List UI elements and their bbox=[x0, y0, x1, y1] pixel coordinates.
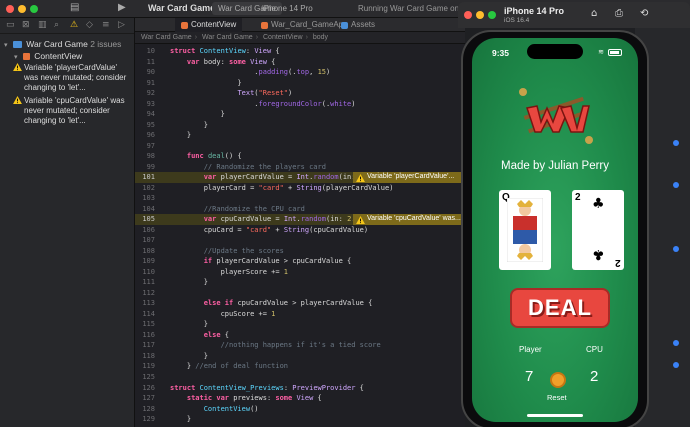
queen-figure bbox=[507, 198, 543, 262]
tab-contentview[interactable]: ContentView bbox=[175, 18, 243, 32]
code-area-tail[interactable]: 125 126 struct ContentView_Previews: Prev… bbox=[135, 372, 465, 427]
issue-item[interactable]: Variable 'cpuCardValue' was never mutate… bbox=[13, 96, 132, 126]
issue-text: Variable 'playerCardValue' was never mut… bbox=[24, 63, 127, 92]
credit-text: Made by Julian Perry bbox=[500, 160, 610, 172]
jumpbar-item[interactable]: ContentView bbox=[263, 34, 303, 41]
screenshot-icon[interactable]: ⎙ bbox=[615, 8, 623, 19]
simulator-os-version: iOS 16.4 bbox=[504, 17, 530, 24]
run-icon[interactable]: ▶ bbox=[118, 2, 126, 13]
destination-selector[interactable]: iPhone 14 Pro bbox=[262, 2, 313, 15]
deal-button[interactable]: DEAL bbox=[510, 288, 610, 328]
code-area[interactable]: 10 struct ContentView: View { 11 var body… bbox=[135, 44, 465, 427]
warning-icon bbox=[13, 63, 22, 71]
jumpbar-item[interactable]: War Card Game bbox=[141, 34, 192, 41]
simulator-toolbar: iPhone 14 Pro iOS 16.4 ⌂ ⎙ ⟲ bbox=[458, 2, 690, 28]
home-icon[interactable]: ⌂ bbox=[591, 8, 597, 19]
battery-icon bbox=[608, 49, 622, 56]
warning-icon bbox=[356, 173, 365, 182]
close-window-button[interactable] bbox=[464, 11, 472, 19]
swift-file-icon bbox=[22, 53, 30, 60]
club-icon: ♣ bbox=[592, 246, 605, 262]
code-editor: ContentView War_Card_GameApp Assets War … bbox=[135, 18, 465, 427]
test-icon[interactable]: ◇ bbox=[86, 20, 93, 30]
inspector-radio[interactable] bbox=[673, 340, 679, 346]
project-title: War Card Game bbox=[148, 3, 216, 13]
wifi-icon: ≋ bbox=[598, 48, 604, 56]
issue-item[interactable]: Variable 'playerCardValue' was never mut… bbox=[13, 63, 132, 93]
cpu-card: 2 ♣ ♣ 2 bbox=[572, 190, 624, 270]
warning-line[interactable]: 105 var cpuCardValue = Int.random(in: 2.… bbox=[135, 214, 465, 225]
nav-file-label: ContentView bbox=[34, 51, 83, 61]
status-time: 9:35 bbox=[492, 48, 510, 58]
issue-navigator-icon[interactable]: ⚠ bbox=[70, 20, 78, 30]
rotate-icon[interactable]: ⟲ bbox=[640, 8, 648, 19]
warning-icon bbox=[356, 215, 365, 224]
minimize-window-button[interactable] bbox=[18, 5, 26, 13]
warning-text: Variable 'playerCardValue'... bbox=[367, 173, 455, 180]
zoom-window-button[interactable] bbox=[488, 11, 496, 19]
cpu-label: CPU bbox=[586, 345, 603, 354]
debug-icon[interactable]: ≡ bbox=[102, 20, 110, 30]
cpu-score: 2 bbox=[590, 368, 599, 385]
warning-text: Variable 'cpuCardValue' was... bbox=[367, 215, 461, 222]
jump-bar[interactable]: War Card Game › War Card Game › ContentVie… bbox=[135, 32, 465, 44]
reset-icon[interactable] bbox=[550, 372, 566, 388]
tab-assets[interactable]: Assets bbox=[335, 18, 381, 32]
issue-navigator: ▭ ⊠ ▥ ⌕ ⚠ ◇ ≡ ▷ ▾ War Card Game 2 issues… bbox=[0, 18, 135, 427]
inline-warning-badge[interactable]: Variable 'playerCardValue'... bbox=[353, 172, 465, 183]
card-rank: 2 bbox=[615, 257, 621, 268]
tab-label: ContentView bbox=[191, 20, 237, 29]
sidebar-toggle-icon[interactable]: ▤ bbox=[70, 2, 79, 13]
breakpoint-icon[interactable]: ▷ bbox=[118, 20, 125, 30]
zoom-window-button[interactable] bbox=[30, 5, 38, 13]
player-card: Q bbox=[499, 190, 551, 270]
tab-label: Assets bbox=[351, 20, 376, 29]
editor-tabs: ContentView War_Card_GameApp Assets bbox=[135, 18, 465, 32]
card-rank: 2 bbox=[575, 192, 581, 203]
chevron-down-icon[interactable]: ▾ bbox=[4, 41, 8, 49]
nav-issue-count: 2 issues bbox=[90, 39, 122, 49]
inspector-radio[interactable] bbox=[673, 140, 679, 146]
issue-text: Variable 'cpuCardValue' was never mutate… bbox=[24, 96, 125, 125]
nav-project-label: War Card Game bbox=[26, 39, 88, 49]
dynamic-island bbox=[527, 44, 583, 59]
warning-line[interactable]: 101 var playerCardValue = Int.random(in:… bbox=[135, 172, 465, 183]
home-indicator bbox=[527, 414, 583, 417]
player-label: Player bbox=[519, 345, 542, 354]
war-logo bbox=[519, 88, 593, 144]
inspector-radio[interactable] bbox=[673, 362, 679, 368]
swift-file-icon bbox=[261, 22, 268, 29]
chevron-down-icon[interactable]: ▾ bbox=[14, 53, 18, 61]
nav-file-row[interactable]: ▾ ContentView bbox=[14, 51, 82, 61]
folder-icon[interactable]: ▭ bbox=[6, 20, 15, 30]
source-control-icon[interactable]: ⊠ bbox=[22, 20, 30, 30]
player-score: 7 bbox=[525, 368, 534, 385]
find-icon[interactable]: ⌕ bbox=[54, 20, 59, 30]
inline-warning-badge[interactable]: Variable 'cpuCardValue' was... bbox=[353, 214, 465, 225]
simulator-device-name: iPhone 14 Pro bbox=[504, 6, 565, 16]
symbol-icon[interactable]: ▥ bbox=[38, 20, 47, 30]
close-window-button[interactable] bbox=[6, 5, 14, 13]
project-folder-icon bbox=[12, 41, 22, 48]
navigator-toolbar: ▭ ⊠ ▥ ⌕ ⚠ ◇ ≡ ▷ bbox=[0, 18, 134, 34]
inspector-radio[interactable] bbox=[673, 246, 679, 252]
jumpbar-item[interactable]: War Card Game bbox=[202, 34, 253, 41]
minimize-window-button[interactable] bbox=[476, 11, 484, 19]
assets-icon bbox=[341, 22, 348, 29]
jumpbar-item[interactable]: body bbox=[313, 34, 328, 41]
club-icon: ♣ bbox=[592, 196, 605, 212]
reset-label[interactable]: Reset bbox=[547, 393, 567, 402]
app-screen: 9:35 ≋ Made by Julian Perry Q 2 ♣ ♣ 2 DE… bbox=[472, 38, 638, 422]
warning-icon bbox=[13, 96, 22, 104]
nav-project-row[interactable]: ▾ War Card Game 2 issues bbox=[4, 39, 121, 49]
swift-file-icon bbox=[181, 22, 188, 29]
inspector-radio[interactable] bbox=[673, 182, 679, 188]
